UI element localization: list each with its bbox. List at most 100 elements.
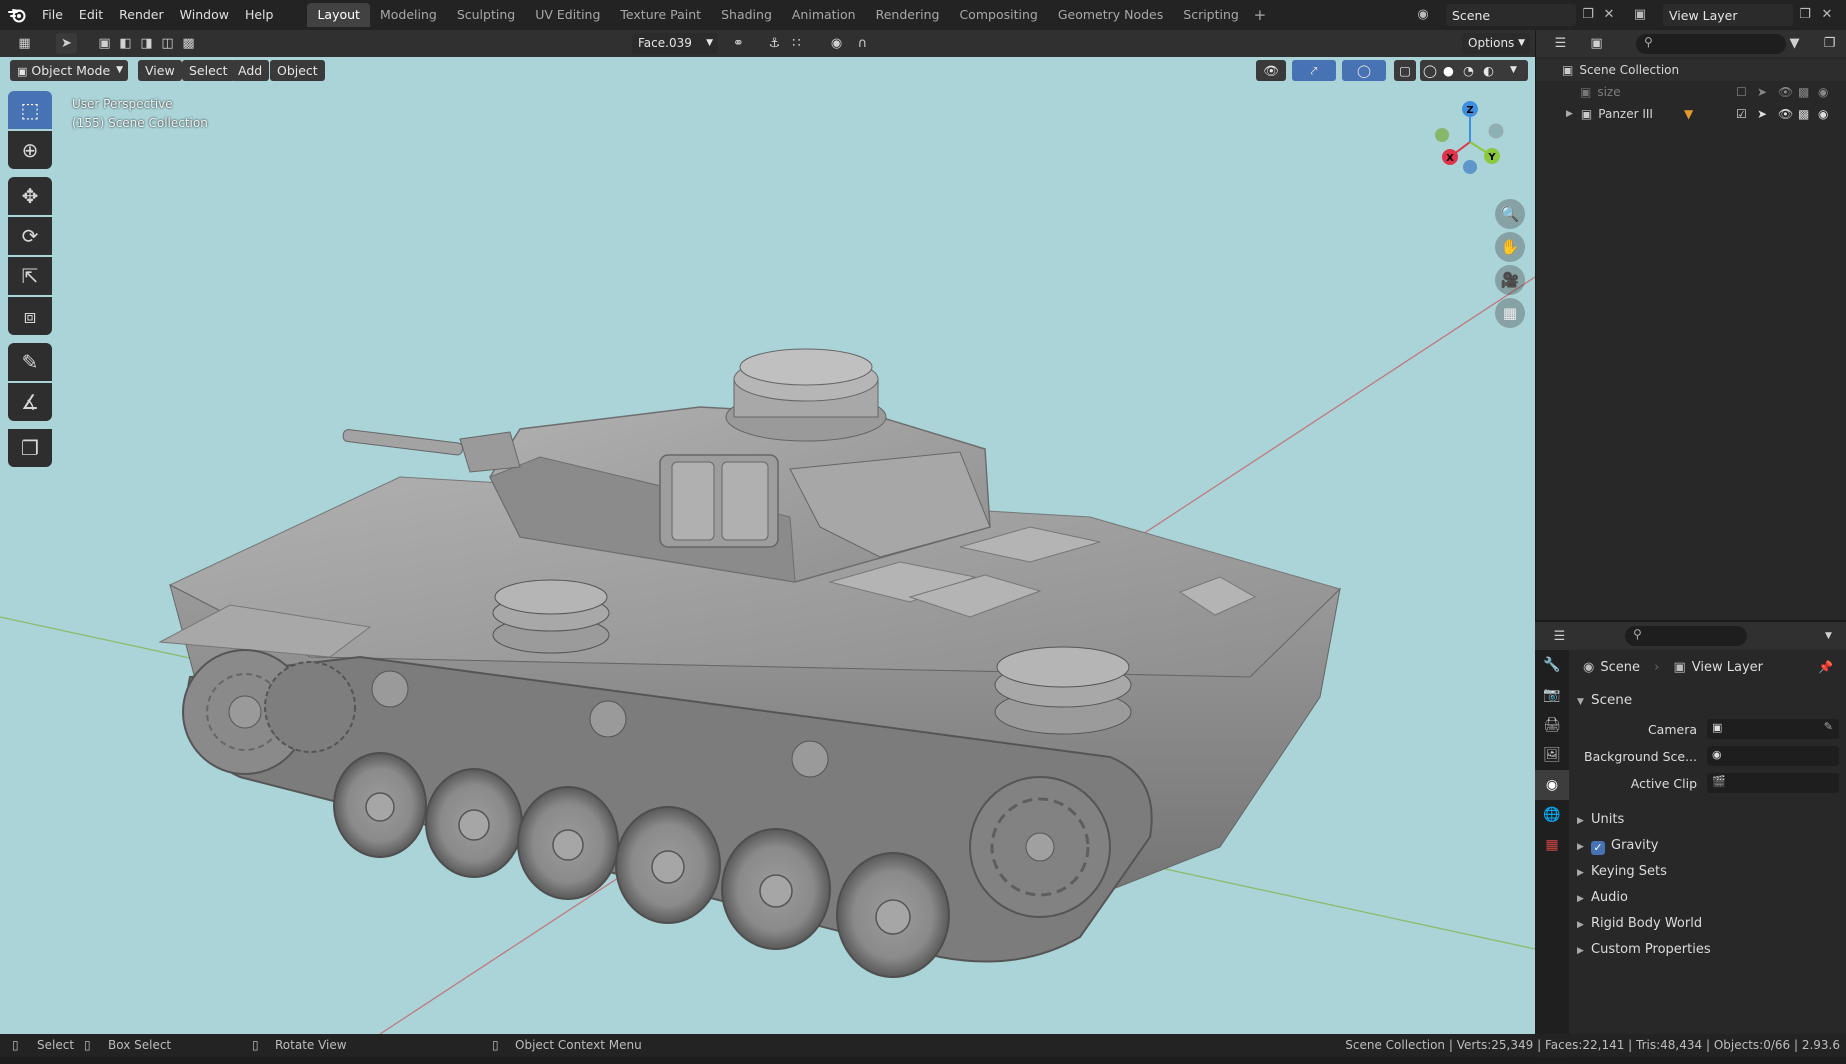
editor-type-icon[interactable]: ☰	[1550, 33, 1571, 54]
proportional-edit-icon[interactable]: ◉	[826, 33, 847, 54]
menu-help[interactable]: Help	[237, 0, 282, 30]
tab-geometry-nodes[interactable]: Geometry Nodes	[1048, 3, 1173, 27]
new-collection-icon[interactable]: ❐	[1819, 33, 1840, 54]
scene-name-field[interactable]: Scene	[1446, 4, 1576, 26]
add-cube-icon[interactable]: ❐	[8, 429, 52, 467]
tab-texture-paint[interactable]: Texture Paint	[610, 3, 711, 27]
section-keying-sets[interactable]: ▶ Keying Sets	[1577, 864, 1667, 879]
snap-target-dropdown[interactable]: Face.039 ▼	[632, 33, 718, 54]
3d-viewport[interactable]: ▣ Object Mode ▼ View Select Add Object 👁 ⤤…	[0, 57, 1535, 1034]
section-audio[interactable]: ▶ Audio	[1577, 890, 1628, 905]
display-mode-icon[interactable]: ▣	[1586, 33, 1607, 54]
selectable-icon[interactable]: ➤	[1757, 107, 1767, 121]
add-menu[interactable]: Add	[231, 60, 270, 81]
annotate-icon[interactable]: ✎	[8, 343, 52, 381]
exclude-checkbox-icon[interactable]: ☐	[1736, 85, 1747, 99]
new-view-layer-icon[interactable]: ❐	[1795, 5, 1815, 25]
tab-animation[interactable]: Animation	[782, 3, 866, 27]
mode-intersect-icon[interactable]: ▩	[178, 33, 199, 54]
view-menu[interactable]: View	[138, 60, 182, 81]
render-camera-icon[interactable]: ◉	[1818, 107, 1828, 121]
pan-hand-icon[interactable]: ✋	[1495, 232, 1525, 262]
tab-compositing[interactable]: Compositing	[949, 3, 1047, 27]
blender-logo-icon[interactable]	[0, 0, 34, 30]
background-scene-field[interactable]: ◉	[1707, 746, 1839, 766]
tab-shading[interactable]: Shading	[711, 3, 782, 27]
properties-search-input[interactable]: ⚲	[1625, 626, 1747, 646]
outliner-search-input[interactable]: ⚲	[1636, 34, 1786, 54]
tab-scripting[interactable]: Scripting	[1173, 3, 1249, 27]
view-layer-field[interactable]: View Layer	[1663, 4, 1793, 26]
tab-sculpting[interactable]: Sculpting	[447, 3, 525, 27]
add-workspace-button[interactable]: +	[1249, 6, 1271, 24]
texture-tab-icon[interactable]: ▦	[1535, 830, 1569, 860]
remove-scene-icon[interactable]: ✕	[1599, 5, 1619, 25]
section-units[interactable]: ▶ Units	[1577, 812, 1624, 827]
cursor-icon[interactable]: ⊕	[8, 131, 52, 169]
editor-type-icon[interactable]: ☰	[1549, 626, 1570, 647]
outliner-row-size[interactable]: ▣ size ☐ ➤ 👁 ▩ ◉	[1536, 81, 1846, 103]
menu-file[interactable]: File	[34, 0, 71, 30]
object-menu[interactable]: Object	[270, 60, 325, 81]
visibility-icon[interactable]: 👁	[1256, 60, 1286, 81]
gizmo-toggle-icon[interactable]: ⤤	[1292, 60, 1336, 81]
scene-tab-icon[interactable]: ◉	[1535, 770, 1569, 800]
selectable-icon[interactable]: ➤	[1757, 85, 1767, 99]
rotate-icon[interactable]: ⟳	[8, 217, 52, 255]
tab-rendering[interactable]: Rendering	[866, 3, 950, 27]
menu-edit[interactable]: Edit	[71, 0, 111, 30]
wireframe-shading-icon[interactable]: ◯	[1423, 60, 1437, 81]
filter-icon[interactable]: ▼	[1784, 33, 1805, 54]
outliner-row-root[interactable]: ▣ Scene Collection	[1536, 59, 1846, 81]
output-tab-icon[interactable]: 🖨	[1535, 710, 1569, 740]
material-shading-icon[interactable]: ◔	[1463, 60, 1474, 81]
overlays-toggle-icon[interactable]: ◯	[1342, 60, 1386, 81]
tab-modeling[interactable]: Modeling	[370, 3, 447, 27]
mode-difference-icon[interactable]: ◫	[157, 33, 178, 54]
menu-render[interactable]: Render	[111, 0, 172, 30]
pin-icon[interactable]: 📌	[1818, 660, 1833, 674]
options-dropdown[interactable]: Options ▼	[1462, 33, 1530, 54]
gravity-checkbox[interactable]: ✓	[1591, 841, 1605, 855]
tool-tab-icon[interactable]: 🔧	[1535, 650, 1569, 680]
eye-icon[interactable]: 👁	[1778, 107, 1793, 121]
render-camera-icon[interactable]: ◉	[1818, 85, 1828, 99]
exclude-checkbox-icon[interactable]: ☑	[1736, 107, 1747, 121]
mode-extend-icon[interactable]: ◧	[115, 33, 136, 54]
outliner-row-panzer[interactable]: ▶ ▣ Panzer III ▼ ☑ ➤ 👁 ▩ ◉	[1536, 103, 1846, 125]
section-rigid-body-world[interactable]: ▶ Rigid Body World	[1577, 916, 1702, 931]
mode-new-icon[interactable]: ▣	[94, 33, 115, 54]
scale-icon[interactable]: ⇱	[8, 257, 52, 295]
monitor-icon[interactable]: ▩	[1798, 107, 1809, 121]
rendered-shading-icon[interactable]: ◐	[1483, 60, 1494, 81]
editor-type-icon[interactable]: ▦	[14, 33, 35, 54]
menu-window[interactable]: Window	[172, 0, 237, 30]
view-layer-selector-icon[interactable]: ▣	[1630, 5, 1650, 25]
mode-dropdown[interactable]: ▣ Object Mode ▼	[10, 60, 128, 81]
measure-icon[interactable]: ∡	[8, 383, 52, 421]
tab-uv-editing[interactable]: UV Editing	[525, 3, 610, 27]
select-menu[interactable]: Select	[182, 60, 235, 81]
active-clip-field[interactable]: 🎬	[1707, 773, 1839, 793]
eyedropper-icon[interactable]: ✎	[1824, 720, 1833, 733]
falloff-icon[interactable]: ∩	[852, 33, 873, 54]
snap-toggle-icon[interactable]: ⚓	[764, 33, 785, 54]
solid-shading-icon[interactable]: ●	[1443, 60, 1454, 81]
tab-layout[interactable]: Layout	[307, 3, 370, 27]
select-box-icon[interactable]: ⬚	[8, 91, 52, 129]
move-icon[interactable]: ✥	[8, 177, 52, 215]
transform-pivot-icon[interactable]: ⚭	[728, 33, 749, 54]
eye-icon[interactable]: 👁	[1778, 85, 1793, 99]
new-scene-icon[interactable]: ❐	[1578, 5, 1598, 25]
render-tab-icon[interactable]: 📷	[1535, 680, 1569, 710]
monitor-icon[interactable]: ▩	[1798, 85, 1809, 99]
scene-panel-header[interactable]: ▼ Scene	[1577, 692, 1632, 708]
navigation-gizmo[interactable]: X Y Z	[1430, 97, 1510, 187]
scene-selector-icon[interactable]: ◉	[1413, 5, 1433, 25]
mode-subtract-icon[interactable]: ◨	[136, 33, 157, 54]
remove-view-layer-icon[interactable]: ✕	[1817, 5, 1837, 25]
orthographic-grid-icon[interactable]: ▦	[1495, 298, 1525, 328]
transform-icon[interactable]: ⧈	[8, 297, 52, 335]
zoom-icon[interactable]: 🔍	[1495, 199, 1525, 229]
camera-view-icon[interactable]: 🎥	[1495, 265, 1525, 295]
